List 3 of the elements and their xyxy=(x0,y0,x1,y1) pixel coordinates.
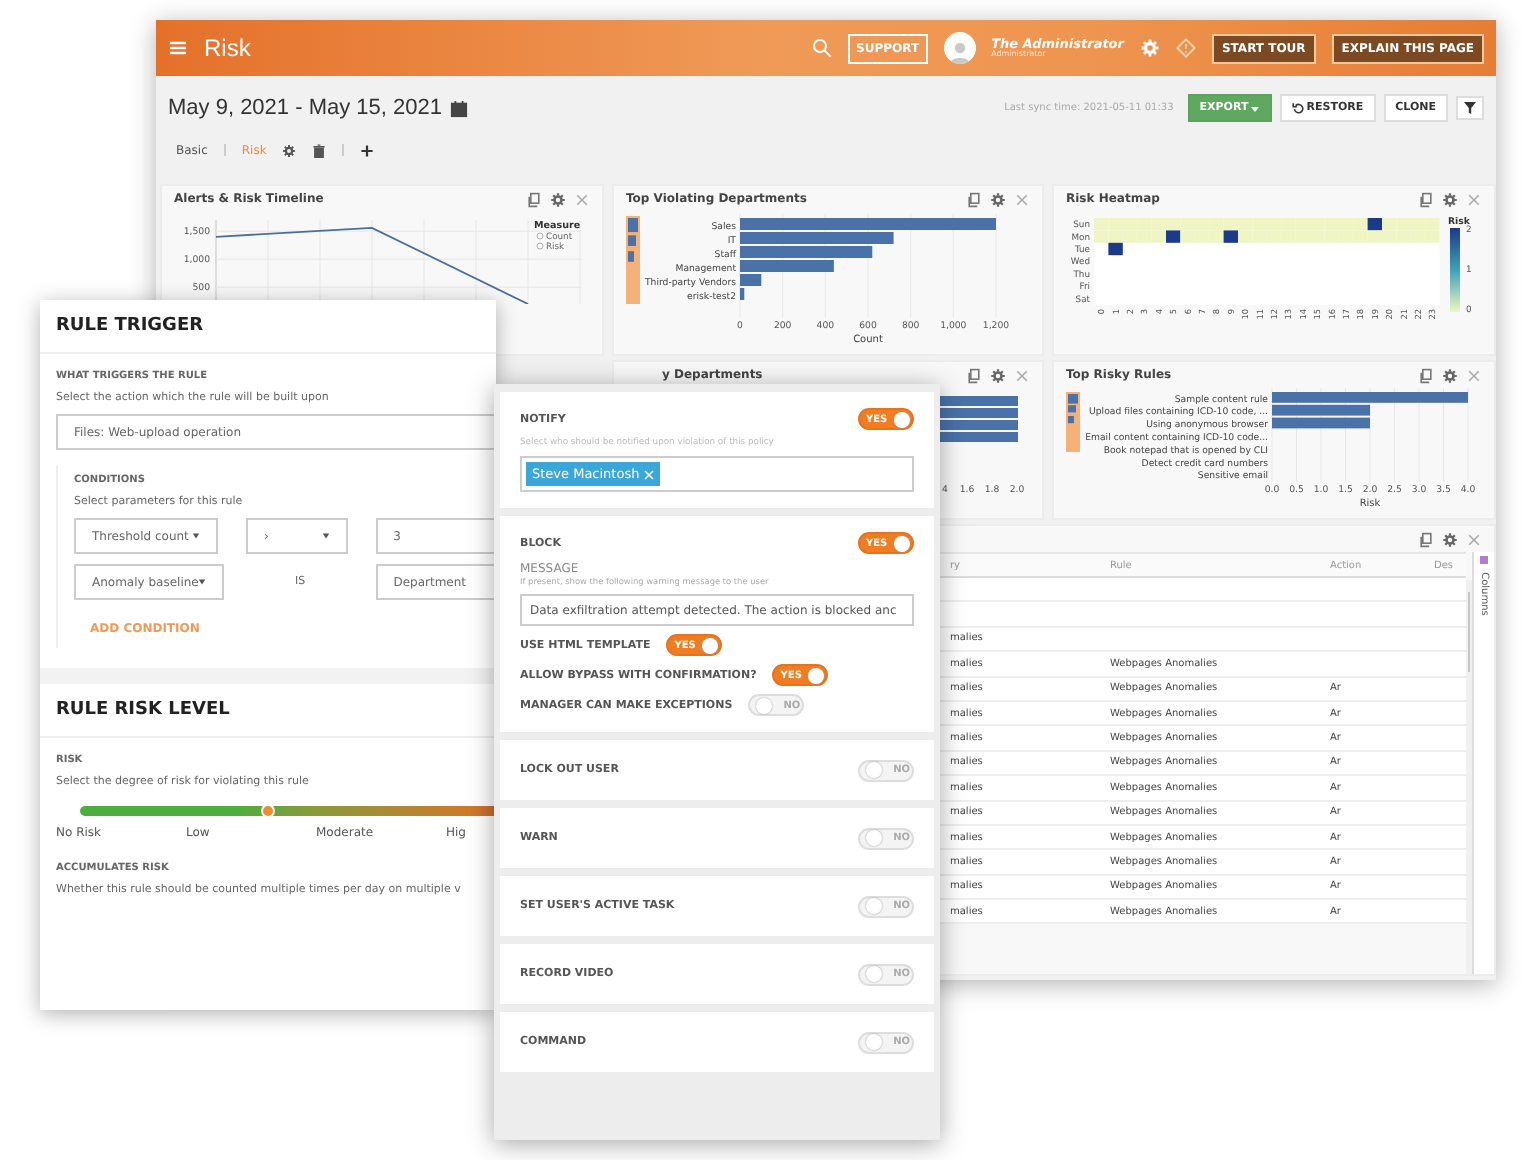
section-title: RULE TRIGGER xyxy=(40,300,496,354)
date-range: May 9, 2021 - May 15, 2021 xyxy=(168,96,442,120)
page-title: Risk xyxy=(204,34,251,62)
